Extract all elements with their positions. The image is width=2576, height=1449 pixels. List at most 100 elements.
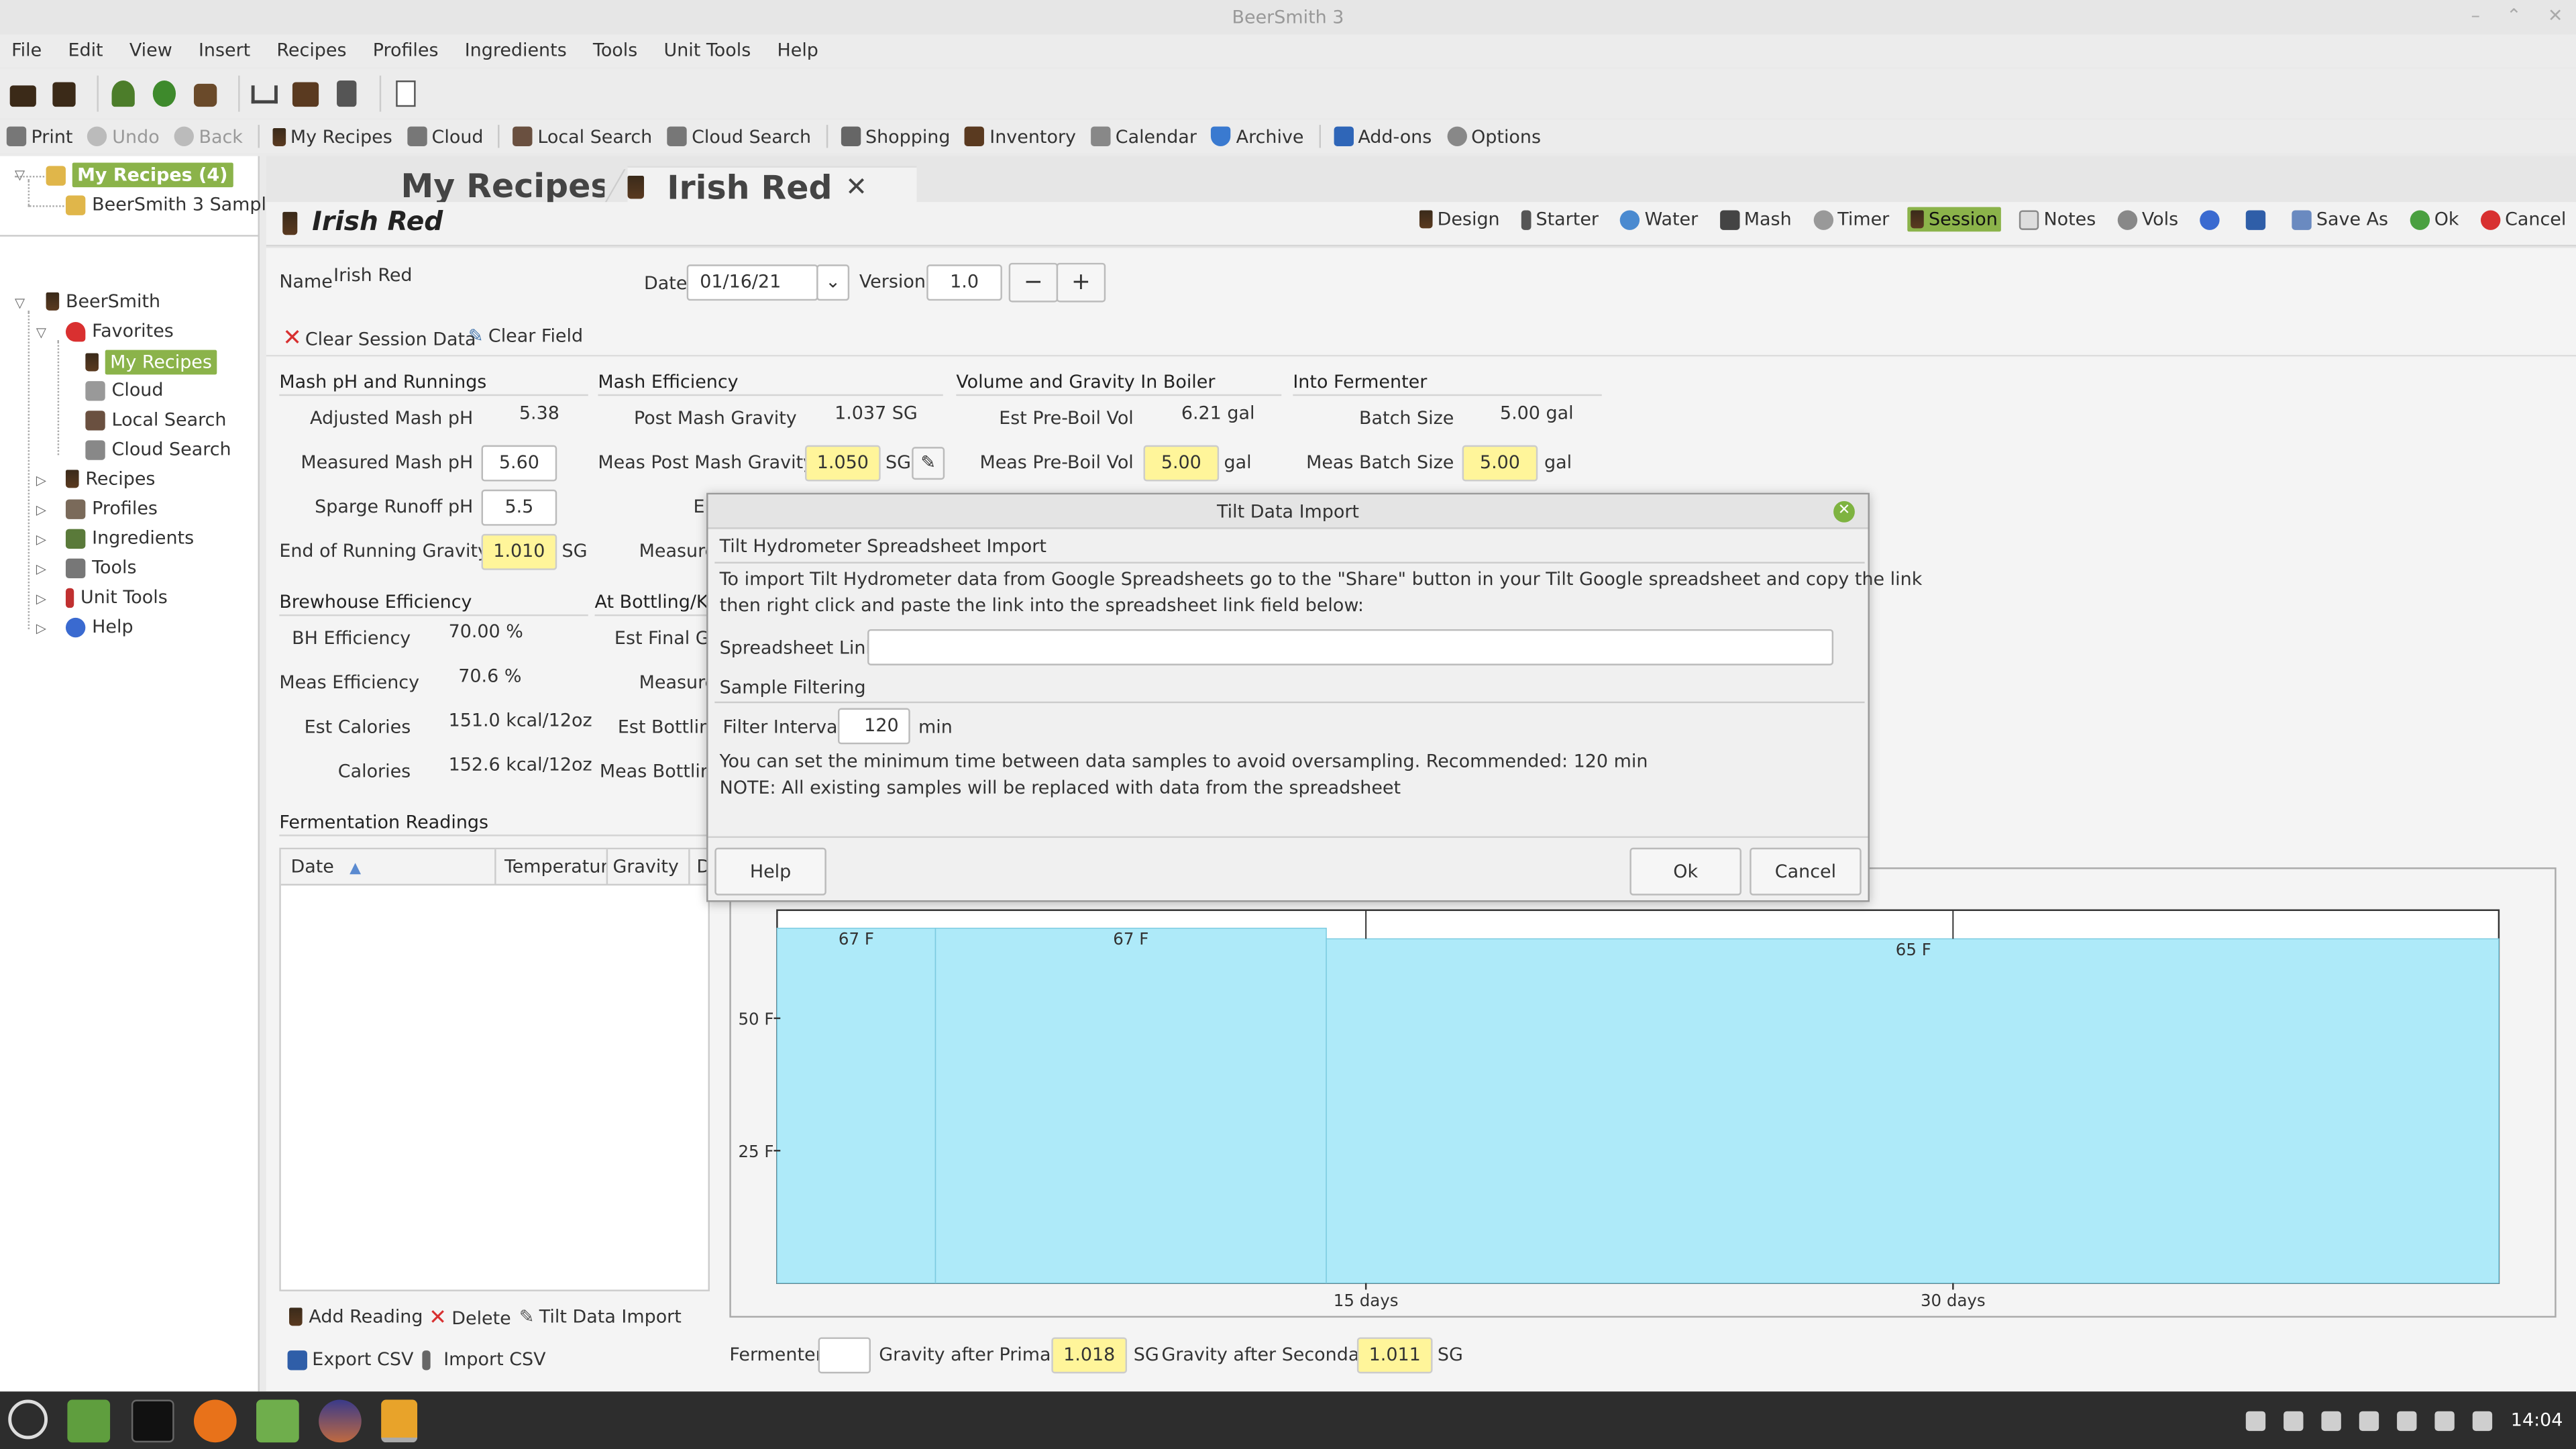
- tab-my-recipes[interactable]: My Recipes: [378, 166, 605, 205]
- bluetooth-icon[interactable]: [2246, 1410, 2266, 1430]
- battery-icon[interactable]: [2473, 1410, 2493, 1430]
- measured-mash-ph-field[interactable]: 5.60: [481, 445, 557, 482]
- gravity-after-secondary-field[interactable]: 1.011: [1356, 1337, 1433, 1374]
- clipboard-icon[interactable]: [330, 76, 363, 112]
- expand-icon[interactable]: ▷: [36, 502, 46, 517]
- addons-button[interactable]: Add-ons: [1333, 125, 1432, 147]
- tree-recipes[interactable]: Recipes: [65, 468, 155, 490]
- gravity-after-primary-field[interactable]: 1.018: [1051, 1337, 1128, 1374]
- collapse-icon[interactable]: ▽: [36, 325, 46, 340]
- design-button[interactable]: Design: [1416, 207, 1503, 232]
- terminal-icon[interactable]: [131, 1399, 174, 1443]
- spreadsheet-link-input[interactable]: [867, 629, 1834, 665]
- mint-menu-icon[interactable]: [8, 1399, 48, 1440]
- mash-button[interactable]: Mash: [1716, 207, 1794, 232]
- tree-cloud[interactable]: Cloud: [85, 380, 163, 401]
- folder-samples[interactable]: BeerSmith 3 Samples: [65, 194, 287, 215]
- tilt-data-import-button[interactable]: ✎ Tilt Data Import: [519, 1306, 682, 1328]
- timer-button[interactable]: Timer: [1810, 207, 1893, 232]
- hops-plant-icon[interactable]: [107, 76, 140, 112]
- col-header-date[interactable]: Date ▲: [290, 856, 361, 877]
- fermentation-readings-table[interactable]: Date ▲ Temperature Gravity D: [279, 847, 710, 1291]
- clock[interactable]: 14:04: [2511, 1409, 2563, 1431]
- dialog-help-button[interactable]: Help: [714, 847, 826, 896]
- save-button[interactable]: [2243, 208, 2274, 231]
- notes-button[interactable]: Notes: [2016, 207, 2099, 232]
- inventory-button[interactable]: Inventory: [965, 125, 1076, 147]
- beersmith-taskbar-icon[interactable]: [381, 1399, 418, 1443]
- shield-icon[interactable]: [2284, 1410, 2304, 1430]
- expand-icon[interactable]: ▷: [36, 592, 46, 606]
- add-reading-button[interactable]: Add Reading: [289, 1306, 423, 1328]
- fermenter-field[interactable]: [818, 1337, 871, 1374]
- tree-help[interactable]: Help: [65, 616, 133, 637]
- version-field[interactable]: 1.0: [926, 264, 1002, 301]
- end-running-gravity-field[interactable]: 1.010: [481, 533, 557, 570]
- tree-favorites[interactable]: Favorites: [65, 321, 174, 341]
- expand-icon[interactable]: ▷: [36, 532, 46, 547]
- menu-unit-tools[interactable]: Unit Tools: [664, 34, 751, 67]
- inventory-icon[interactable]: [289, 76, 322, 112]
- dialog-ok-button[interactable]: Ok: [1629, 847, 1741, 896]
- tab-close-icon[interactable]: ✕: [845, 171, 867, 203]
- dialog-cancel-button[interactable]: Cancel: [1750, 847, 1862, 896]
- undo-button[interactable]: Undo: [87, 125, 160, 147]
- folder-my-recipes[interactable]: My Recipes (4): [46, 162, 233, 188]
- menu-help[interactable]: Help: [777, 34, 818, 67]
- tree-my-recipes[interactable]: My Recipes: [85, 350, 217, 375]
- vols-button[interactable]: Vols: [2114, 207, 2182, 232]
- meas-batch-size-field[interactable]: 5.00: [1462, 445, 1538, 482]
- yeast-icon[interactable]: [189, 76, 222, 112]
- collapse-icon[interactable]: ▽: [15, 296, 25, 311]
- expand-icon[interactable]: ▷: [36, 562, 46, 577]
- mash-paddle-icon[interactable]: [48, 76, 80, 112]
- back-button[interactable]: Back: [174, 125, 243, 147]
- version-decrement-button[interactable]: −: [1008, 262, 1059, 303]
- date-dropdown-button[interactable]: ⌄: [816, 264, 850, 301]
- export-csv-button[interactable]: Export CSV: [287, 1349, 413, 1370]
- calendar-button[interactable]: Calendar: [1091, 125, 1197, 147]
- my-recipes-button[interactable]: My Recipes: [272, 125, 392, 147]
- archive-button[interactable]: Archive: [1211, 125, 1304, 147]
- col-header-temperature[interactable]: Temperature: [504, 856, 606, 877]
- files-icon[interactable]: [256, 1399, 299, 1443]
- tree-beersmith[interactable]: BeerSmith: [46, 290, 160, 312]
- tree-local-search[interactable]: Local Search: [85, 409, 227, 431]
- help-button[interactable]: [2196, 208, 2228, 231]
- import-csv-button[interactable]: Import CSV: [422, 1349, 546, 1370]
- session-button[interactable]: Session: [1907, 207, 2001, 232]
- cancel-button[interactable]: Cancel: [2477, 207, 2569, 232]
- tree-profiles[interactable]: Profiles: [65, 498, 158, 519]
- tab-irish-red[interactable]: Irish Red ✕: [627, 166, 917, 206]
- menu-insert[interactable]: Insert: [199, 34, 250, 67]
- network-icon[interactable]: [2322, 1410, 2342, 1430]
- expand-icon[interactable]: ▷: [36, 473, 46, 488]
- tree-unit-tools[interactable]: Unit Tools: [65, 586, 168, 608]
- cloud-button[interactable]: Cloud: [407, 125, 484, 147]
- print-preview-icon[interactable]: [389, 76, 422, 112]
- expand-icon[interactable]: ▷: [36, 621, 46, 636]
- col-header-gravity[interactable]: Gravity: [612, 856, 678, 877]
- hops-icon[interactable]: [148, 76, 180, 112]
- firefox-icon[interactable]: [193, 1399, 237, 1443]
- tree-cloud-search[interactable]: Cloud Search: [85, 439, 231, 460]
- menu-recipes[interactable]: Recipes: [276, 34, 346, 67]
- meas-post-mash-gravity-field[interactable]: 1.050: [805, 445, 881, 482]
- wifi-icon[interactable]: [2397, 1410, 2418, 1430]
- show-desktop-icon[interactable]: [67, 1399, 111, 1443]
- cloud-search-button[interactable]: Cloud Search: [667, 125, 811, 147]
- collapse-icon[interactable]: ▽: [15, 168, 25, 182]
- meas-preboil-vol-field[interactable]: 5.00: [1143, 445, 1220, 482]
- ok-button[interactable]: Ok: [2406, 207, 2462, 232]
- brew-kettle-icon[interactable]: [7, 76, 40, 112]
- local-search-button[interactable]: Local Search: [513, 125, 652, 147]
- version-increment-button[interactable]: +: [1056, 262, 1106, 303]
- menu-edit[interactable]: Edit: [68, 34, 103, 67]
- tree-tools[interactable]: Tools: [65, 557, 137, 578]
- volume-icon[interactable]: [2435, 1410, 2455, 1430]
- menu-profiles[interactable]: Profiles: [373, 34, 439, 67]
- menu-tools[interactable]: Tools: [593, 34, 637, 67]
- printer-icon[interactable]: [2359, 1410, 2379, 1430]
- options-button[interactable]: Options: [1446, 125, 1541, 147]
- menu-ingredients[interactable]: Ingredients: [465, 34, 567, 67]
